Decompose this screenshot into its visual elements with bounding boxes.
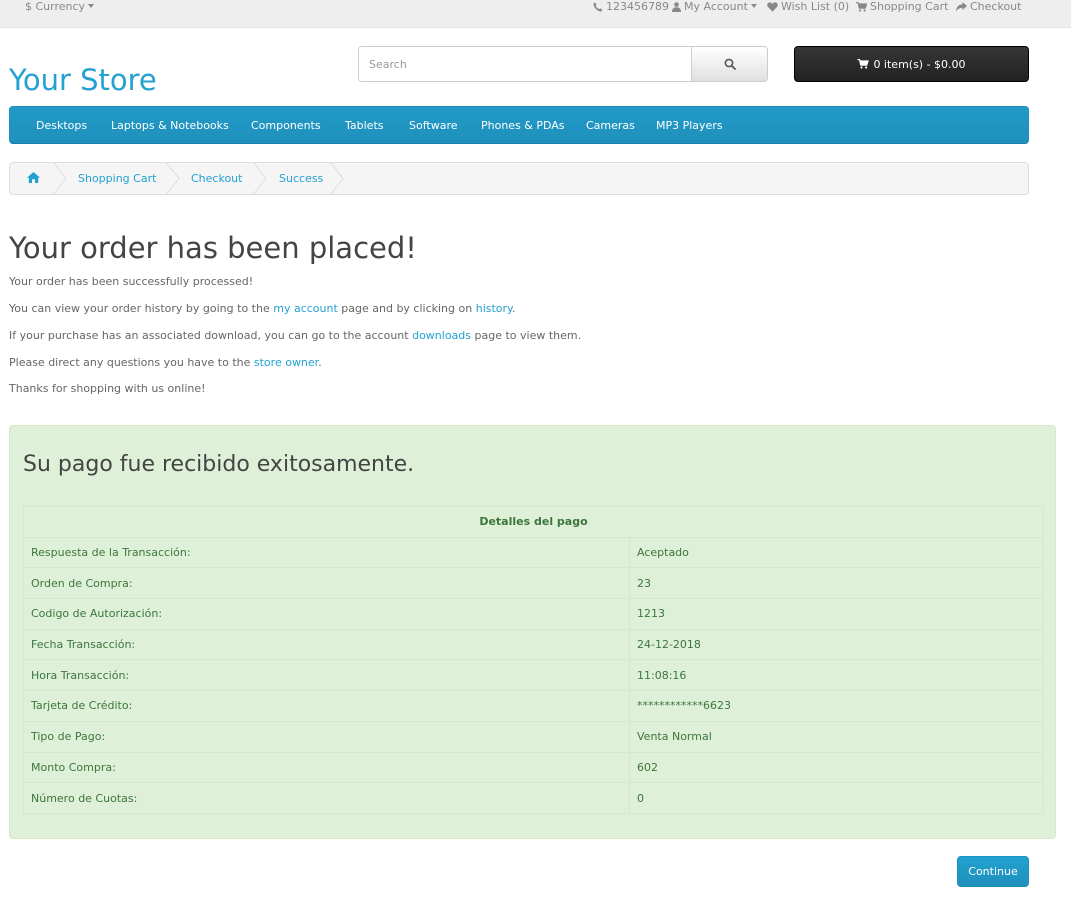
menu-item-tablets[interactable]: Tablets <box>345 107 384 144</box>
row-label: Orden de Compra: <box>23 567 630 600</box>
history-link[interactable]: history <box>476 302 512 315</box>
breadcrumb-separator <box>53 162 67 195</box>
checkout-link[interactable]: Checkout <box>956 0 1021 16</box>
table-row: Codigo de Autorización: 1213 <box>23 598 1044 630</box>
store-owner-link[interactable]: store owner <box>254 356 318 369</box>
table-row: Respuesta de la Transacción: Aceptado <box>23 536 1044 569</box>
cart-button-label: 0 item(s) - $0.00 <box>873 57 966 71</box>
payment-details-table: Detalles del pago Respuesta de la Transa… <box>23 506 1044 814</box>
breadcrumb-checkout[interactable]: Checkout <box>191 163 242 195</box>
menu-item-components[interactable]: Components <box>251 107 321 144</box>
questions-text-part: . <box>318 356 322 369</box>
phone-number: 123456789 <box>606 0 669 13</box>
phone-icon <box>593 2 603 12</box>
downloads-link[interactable]: downloads <box>412 329 471 342</box>
order-history-text-part: You can view your order history by going… <box>9 302 274 315</box>
row-label: Fecha Transacción: <box>23 628 630 661</box>
row-value: 11:08:16 <box>629 659 1044 692</box>
top-bar: $ Currency 123456789 My Account Wish Lis… <box>0 0 1071 28</box>
table-row: Orden de Compra: 23 <box>23 567 1044 600</box>
heart-icon <box>767 2 778 12</box>
wishlist-link[interactable]: Wish List (0) <box>767 0 849 16</box>
search-input[interactable] <box>358 46 692 82</box>
row-label: Respuesta de la Transacción: <box>23 536 630 569</box>
menu-item-phones[interactable]: Phones & PDAs <box>481 107 565 144</box>
home-icon <box>27 172 40 183</box>
row-label: Tipo de Pago: <box>23 720 630 753</box>
breadcrumb-separator <box>166 162 180 195</box>
menu-item-cameras[interactable]: Cameras <box>586 107 635 144</box>
row-label: Número de Cuotas: <box>23 782 630 814</box>
row-label: Hora Transacción: <box>23 659 630 692</box>
cart-icon <box>856 1 868 12</box>
store-logo-text: Your Store <box>9 63 157 97</box>
row-value: 0 <box>629 782 1044 814</box>
search-bar <box>358 46 768 82</box>
questions-text-part: Please direct any questions you have to … <box>9 356 254 369</box>
table-row: Tipo de Pago: Venta Normal <box>23 720 1044 753</box>
order-processed-text: Your order has been successfully process… <box>9 275 254 288</box>
caret-down-icon <box>88 4 95 8</box>
row-value: 24-12-2018 <box>629 628 1044 661</box>
row-label: Tarjeta de Crédito: <box>23 690 630 722</box>
row-value: 602 <box>629 751 1044 784</box>
menu-item-software[interactable]: Software <box>409 107 458 144</box>
checkout-label: Checkout <box>970 0 1022 13</box>
order-history-text: You can view your order history by going… <box>9 302 515 316</box>
currency-label: $ Currency <box>25 0 86 13</box>
my-account-dropdown[interactable]: My Account <box>672 0 757 16</box>
downloads-text: If your purchase has an associated downl… <box>9 329 581 343</box>
table-row: Monto Compra: 602 <box>23 751 1044 784</box>
breadcrumb-separator <box>330 162 344 195</box>
row-value: 23 <box>629 567 1044 600</box>
continue-button-label: Continue <box>968 865 1018 878</box>
my-account-link[interactable]: my account <box>273 302 338 315</box>
user-icon <box>672 2 681 12</box>
breadcrumb-shopping-cart[interactable]: Shopping Cart <box>78 163 156 195</box>
row-value: Venta Normal <box>629 720 1044 753</box>
table-row: Hora Transacción: 11:08:16 <box>23 659 1044 692</box>
currency-dropdown[interactable]: $ Currency <box>25 0 95 16</box>
row-label: Codigo de Autorización: <box>23 598 630 630</box>
search-icon <box>724 58 736 70</box>
order-history-text-part: page and by clicking on <box>337 302 476 315</box>
continue-button[interactable]: Continue <box>957 856 1029 887</box>
table-row: Tarjeta de Crédito: ************6623 <box>23 690 1044 722</box>
menu-item-laptops[interactable]: Laptops & Notebooks <box>111 107 229 144</box>
breadcrumb: Shopping Cart Checkout Success <box>9 162 1029 195</box>
my-account-label: My Account <box>684 0 748 13</box>
table-header-row: Detalles del pago <box>23 506 1044 538</box>
thanks-text: Thanks for shopping with us online! <box>9 382 206 395</box>
row-value: ************6623 <box>629 690 1044 722</box>
phone-link[interactable]: 123456789 <box>593 0 669 16</box>
cart-button[interactable]: 0 item(s) - $0.00 <box>794 46 1029 82</box>
search-button[interactable] <box>691 46 768 82</box>
menu-item-desktops[interactable]: Desktops <box>36 107 87 144</box>
breadcrumb-separator <box>253 162 267 195</box>
breadcrumb-home[interactable] <box>27 163 40 195</box>
store-logo[interactable]: Your Store <box>9 62 157 98</box>
wishlist-label: Wish List (0) <box>781 0 850 13</box>
menu-item-mp3-players[interactable]: MP3 Players <box>656 107 723 144</box>
payment-success-title: Su pago fue recibido exitosamente. <box>23 452 415 477</box>
row-value: Aceptado <box>629 536 1044 569</box>
table-row: Número de Cuotas: 0 <box>23 782 1044 814</box>
main-menu: Desktops Laptops & Notebooks Components … <box>9 106 1029 144</box>
payment-success-panel: Su pago fue recibido exitosamente. Detal… <box>9 425 1056 839</box>
downloads-text-part: If your purchase has an associated downl… <box>9 329 413 342</box>
shopping-cart-link[interactable]: Shopping Cart <box>856 0 948 16</box>
breadcrumb-success[interactable]: Success <box>279 163 323 195</box>
questions-text: Please direct any questions you have to … <box>9 356 322 370</box>
row-label: Monto Compra: <box>23 751 630 784</box>
order-history-text-part: . <box>511 302 516 315</box>
downloads-text-part: page to view them. <box>471 329 582 342</box>
cart-icon <box>857 59 870 69</box>
table-header: Detalles del pago <box>23 506 1044 538</box>
shopping-cart-label: Shopping Cart <box>870 0 949 13</box>
share-icon <box>956 2 967 12</box>
table-row: Fecha Transacción: 24-12-2018 <box>23 628 1044 661</box>
page-title: Your order has been placed! <box>9 231 417 265</box>
row-value: 1213 <box>629 598 1044 630</box>
caret-down-icon <box>750 4 757 8</box>
